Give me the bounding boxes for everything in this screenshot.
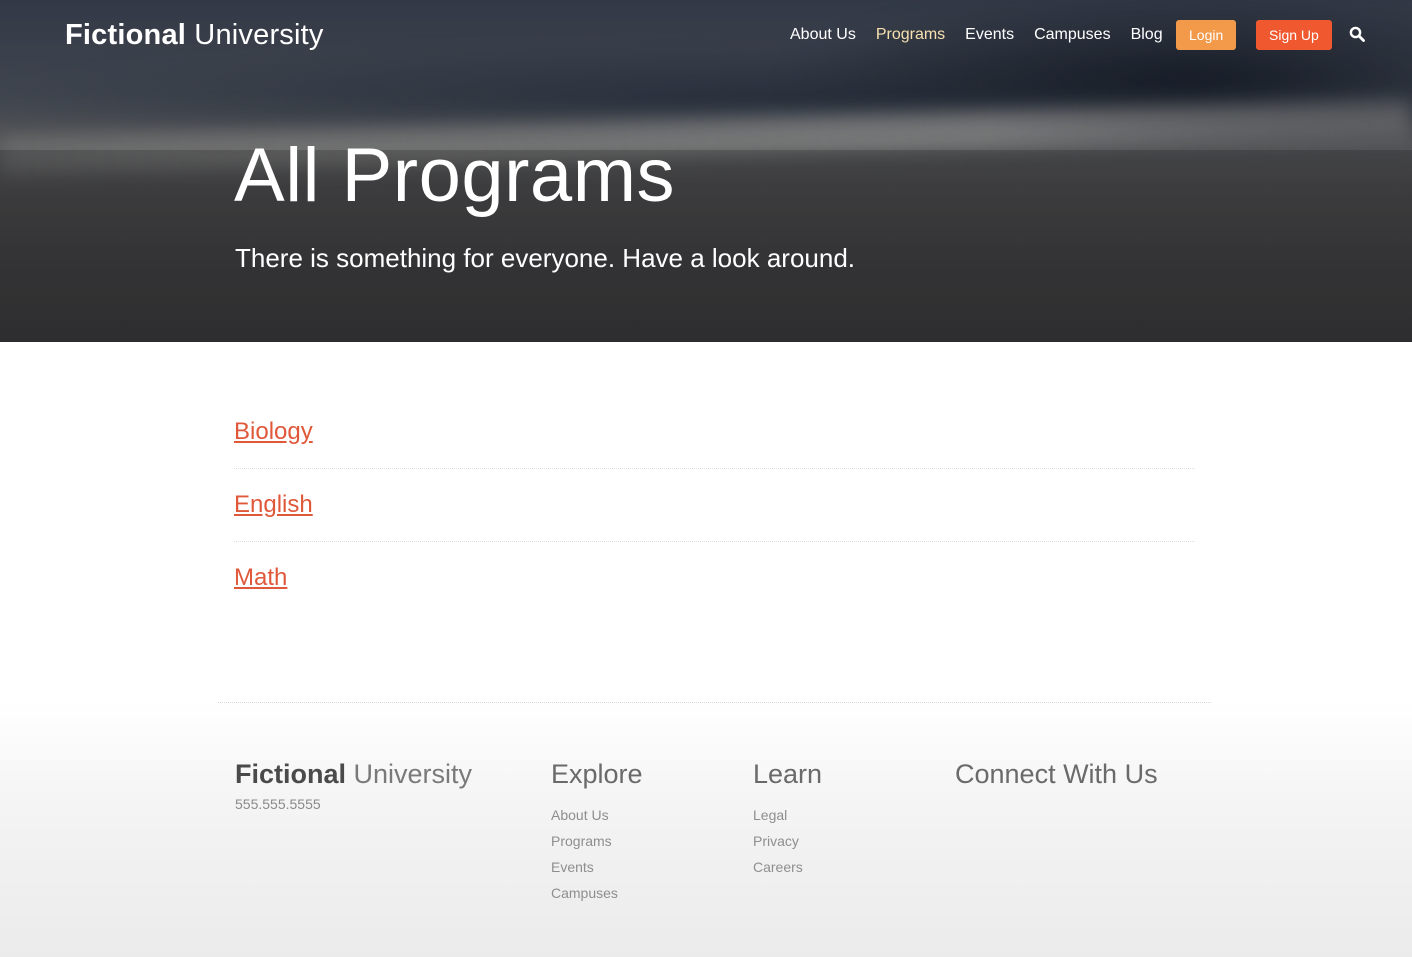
footer-link-events[interactable]: Events — [551, 854, 643, 880]
footer-link-about-us[interactable]: About Us — [551, 802, 643, 828]
logo-bold-text: Fictional — [65, 19, 187, 51]
nav-blog[interactable]: Blog — [1131, 26, 1163, 44]
footer-logo-bold-text: Fictional — [235, 759, 347, 789]
signup-button[interactable]: Sign Up — [1256, 20, 1332, 50]
footer-logo-light-text: University — [353, 759, 473, 789]
footer-learn-heading: Learn — [753, 759, 823, 789]
search-icon[interactable] — [1349, 26, 1365, 42]
footer-learn-column: Learn Legal Privacy Careers — [753, 759, 822, 880]
footer-connect-heading: Connect With Us — [955, 759, 1158, 789]
footer-link-campuses[interactable]: Campuses — [551, 880, 643, 906]
program-link-biology[interactable]: Biology — [234, 418, 313, 445]
site-footer: Fictional University 555.555.5555 Explor… — [0, 702, 1412, 957]
list-item: English — [234, 469, 1195, 542]
footer-link-privacy[interactable]: Privacy — [753, 828, 822, 854]
list-item: Math — [234, 542, 1195, 615]
login-button[interactable]: Login — [1176, 20, 1237, 50]
nav-about-us[interactable]: About Us — [790, 26, 856, 44]
programs-list: Biology English Math — [234, 396, 1195, 615]
footer-explore-column: Explore About Us Programs Events Campuse… — [551, 759, 643, 906]
footer-link-programs[interactable]: Programs — [551, 828, 643, 854]
footer-logo[interactable]: Fictional University — [235, 759, 472, 790]
page-subtitle: There is something for everyone. Have a … — [235, 243, 856, 273]
logo-light-text: University — [194, 19, 324, 51]
footer-divider — [218, 702, 1211, 703]
nav-programs[interactable]: Programs — [876, 26, 945, 44]
program-link-math[interactable]: Math — [234, 564, 287, 591]
site-logo[interactable]: Fictional University — [65, 19, 324, 52]
footer-connect-column: Connect With Us — [955, 759, 1158, 802]
main-nav: About Us Programs Events Campuses Blog — [780, 20, 1173, 50]
program-link-english[interactable]: English — [234, 491, 313, 518]
footer-link-legal[interactable]: Legal — [753, 802, 822, 828]
footer-link-careers[interactable]: Careers — [753, 854, 822, 880]
site-header: Fictional University About Us Programs E… — [0, 0, 1412, 70]
nav-events[interactable]: Events — [965, 26, 1014, 44]
footer-phone: 555.555.5555 — [235, 796, 321, 812]
footer-explore-heading: Explore — [551, 759, 643, 789]
list-item: Biology — [234, 396, 1195, 469]
hero-banner: Fictional University About Us Programs E… — [0, 0, 1412, 342]
nav-campuses[interactable]: Campuses — [1034, 26, 1110, 44]
page-title: All Programs — [234, 133, 675, 218]
